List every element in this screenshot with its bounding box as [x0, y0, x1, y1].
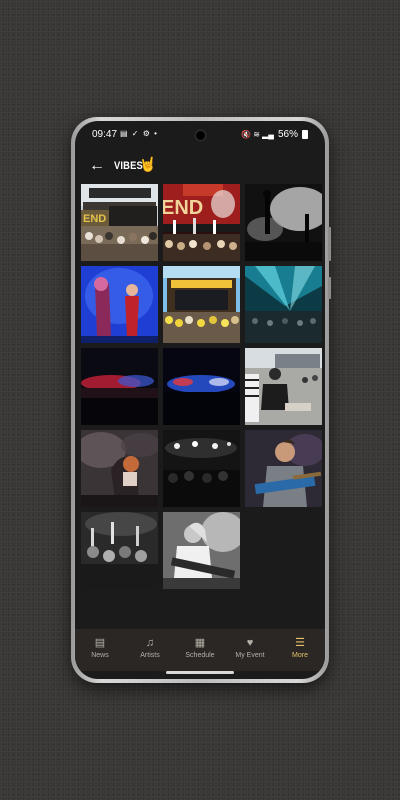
photo-tile[interactable]: END [81, 184, 158, 261]
screen: 09:47 ▤ ✓ ⚙ • 🔇 ≋ ▂▄ 56% ← VIBES 🤘 END E… [75, 121, 325, 679]
nav-item-news[interactable]: ▤ News [75, 629, 125, 671]
battery-percent: 56% [277, 129, 298, 140]
nav-item-schedule[interactable]: ▦ Schedule [175, 629, 225, 671]
photo-tile[interactable] [163, 348, 240, 425]
photo-tile[interactable] [245, 266, 322, 343]
photo-tile[interactable] [163, 266, 240, 343]
artists-icon: ♫ [145, 637, 155, 649]
photo-grid: END END [81, 184, 323, 589]
nav-label-my-event: My Event [235, 652, 265, 659]
bottom-nav: ▤ News ♫ Artists ▦ Schedule ♥ My Event ☰… [75, 629, 325, 671]
nav-item-more[interactable]: ☰ More [275, 629, 325, 671]
home-indicator[interactable] [166, 671, 234, 674]
camera-cutout [196, 131, 205, 140]
app-bar: ← VIBES 🤘 [75, 151, 325, 187]
photo-tile[interactable] [245, 430, 322, 507]
heart-icon: ♥ [246, 637, 254, 649]
nav-label-artists: Artists [140, 652, 160, 659]
photo-tile[interactable] [163, 430, 240, 507]
nav-label-news: News [91, 652, 109, 659]
nav-label-more: More [292, 652, 308, 659]
svg-text:END: END [163, 197, 203, 219]
nav-label-schedule: Schedule [185, 652, 215, 659]
photo-tile[interactable] [81, 430, 158, 507]
nav-item-my-event[interactable]: ♥ My Event [225, 629, 275, 671]
nav-item-artists[interactable]: ♫ Artists [125, 629, 175, 671]
phone-frame: 09:47 ▤ ✓ ⚙ • 🔇 ≋ ▂▄ 56% ← VIBES 🤘 END E… [71, 117, 331, 683]
photo-tile[interactable] [81, 348, 158, 425]
svg-text:END: END [83, 213, 106, 225]
menu-icon: ☰ [295, 637, 305, 649]
photo-tile[interactable]: END [163, 184, 240, 261]
photo-tile[interactable] [245, 348, 322, 425]
rock-hand-emoji: 🤘 [139, 156, 157, 172]
battery-icon [302, 130, 308, 139]
status-bar: 09:47 ▤ ✓ ⚙ • 🔇 ≋ ▂▄ 56% [75, 121, 325, 147]
system-icons: 🔇 ≋ ▂▄ [241, 130, 274, 139]
notification-icons: ▤ ✓ ⚙ • [120, 129, 158, 138]
status-time: 09:47 [92, 129, 118, 140]
photo-tile[interactable] [163, 512, 240, 589]
news-icon: ▤ [94, 637, 106, 649]
status-right: 🔇 ≋ ▂▄ 56% [241, 129, 308, 140]
photo-tile[interactable] [245, 184, 322, 261]
photo-tile[interactable] [81, 266, 158, 343]
calendar-icon: ▦ [194, 637, 206, 649]
volume-button [328, 227, 331, 261]
power-button [328, 277, 331, 299]
photo-tile[interactable] [81, 512, 158, 589]
back-arrow-icon[interactable]: ← [89, 157, 105, 175]
